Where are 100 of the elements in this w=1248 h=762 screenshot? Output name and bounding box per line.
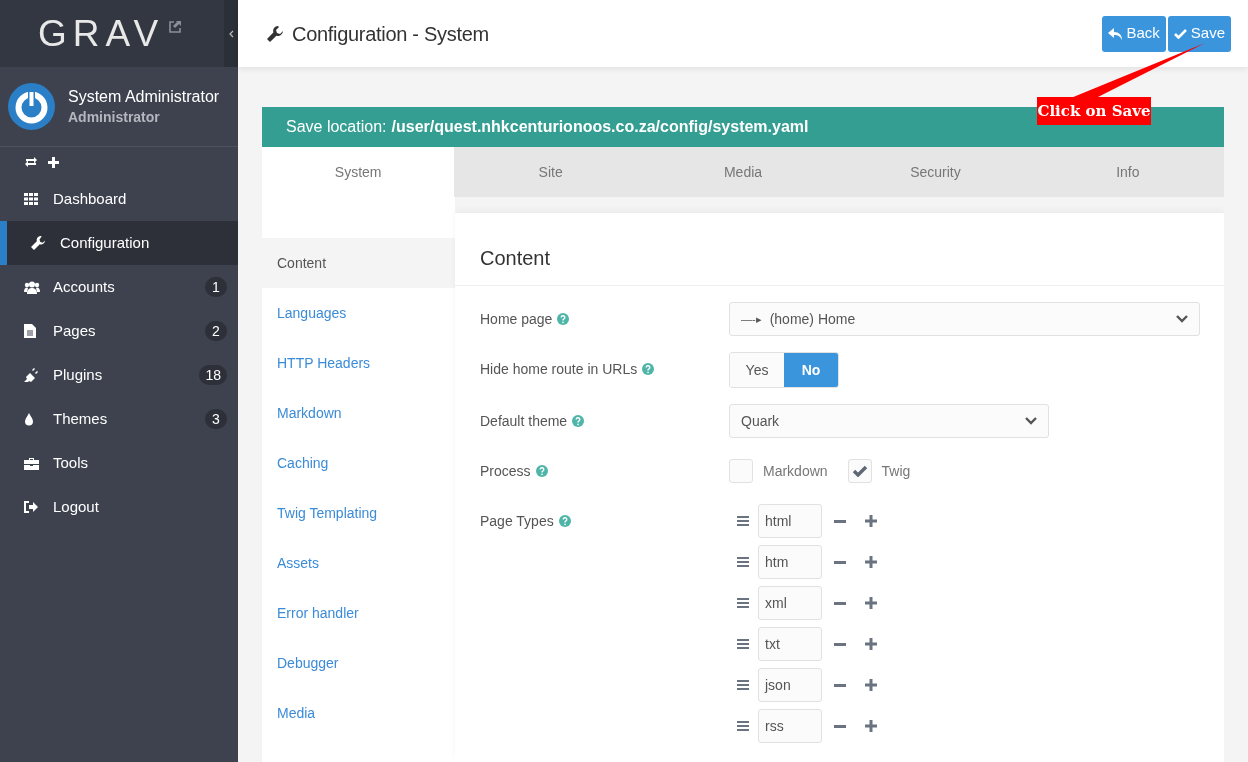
wrench-icon xyxy=(266,24,284,43)
save-location-label: Save location: xyxy=(286,117,387,137)
nav-item[interactable]: Plugins 18 xyxy=(0,353,238,397)
callout-label: Click on Save xyxy=(1037,97,1151,125)
subnav-item[interactable]: Debugger xyxy=(262,638,455,688)
add-button[interactable] xyxy=(865,638,877,650)
help-icon xyxy=(572,415,585,427)
grid-icon xyxy=(24,193,38,205)
document-icon xyxy=(24,324,36,338)
drag-handle-icon xyxy=(737,598,749,608)
subnav-item[interactable]: HTTP Headers xyxy=(262,338,455,388)
sync-icon[interactable] xyxy=(24,156,38,168)
field-label: Hide home route in URLs xyxy=(480,359,638,379)
count-badge: 2 xyxy=(205,321,227,341)
nav-item[interactable]: Pages 2 xyxy=(0,309,238,353)
help-icon xyxy=(557,313,570,325)
field-label: Process xyxy=(480,461,531,481)
input-field[interactable]: rss xyxy=(758,709,822,743)
save-location-path: /user/quest.nhkcenturionoos.co.za/config/system.yaml xyxy=(391,117,809,137)
plus-icon[interactable] xyxy=(48,156,59,168)
collapse-handle[interactable] xyxy=(224,0,238,67)
page-title: Configuration - System xyxy=(292,21,489,47)
nav-item[interactable]: Configuration xyxy=(0,221,238,265)
checkbox[interactable] xyxy=(729,459,753,483)
input-field[interactable]: json xyxy=(758,668,822,702)
user-role: Administrator xyxy=(68,107,161,127)
add-button[interactable] xyxy=(865,679,877,691)
count-badge: 3 xyxy=(205,409,227,429)
plus-icon xyxy=(865,597,877,609)
tab[interactable]: Security xyxy=(839,147,1032,197)
plug-icon xyxy=(24,368,38,382)
checkbox-label: Markdown xyxy=(763,461,828,481)
select-field[interactable]: Quark xyxy=(729,404,1049,438)
minus-icon xyxy=(834,724,846,728)
user-name: System Administrator xyxy=(68,86,220,107)
plus-icon xyxy=(865,720,877,732)
subnav-item[interactable]: Error handler xyxy=(262,588,455,638)
subnav-item[interactable]: Twig Templating xyxy=(262,488,455,538)
subnav-item[interactable]: Caching xyxy=(262,438,455,488)
nav-item[interactable]: Dashboard xyxy=(0,177,238,221)
help-icon xyxy=(642,363,655,375)
minus-icon xyxy=(834,601,846,605)
drag-handle-icon xyxy=(737,680,749,690)
subnav-item[interactable]: Assets xyxy=(262,538,455,588)
input-field[interactable]: html xyxy=(758,504,822,538)
drag-handle-icon xyxy=(737,557,749,567)
tab[interactable]: Info xyxy=(1031,147,1224,197)
count-badge: 18 xyxy=(199,365,227,385)
avatar-icon xyxy=(8,83,55,130)
drag-handle-icon xyxy=(737,639,749,649)
plus-icon xyxy=(865,515,877,527)
input-field[interactable]: txt xyxy=(758,627,822,661)
logout-icon xyxy=(24,501,38,513)
drag-handle-icon xyxy=(737,721,749,731)
input-field[interactable]: htm xyxy=(758,545,822,579)
nav-item[interactable]: Themes 3 xyxy=(0,397,238,441)
plus-icon xyxy=(865,556,877,568)
minus-icon xyxy=(834,683,846,687)
add-button[interactable] xyxy=(865,720,877,732)
add-button[interactable] xyxy=(865,515,877,527)
plus-icon xyxy=(865,638,877,650)
check-icon xyxy=(851,465,868,477)
field-label: Default theme xyxy=(480,411,568,431)
subnav-item[interactable]: Markdown xyxy=(262,388,455,438)
section-title: Content xyxy=(480,246,551,271)
help-icon xyxy=(535,465,548,477)
help-icon xyxy=(558,515,571,527)
tab[interactable]: Media xyxy=(646,147,840,197)
subnav-item[interactable]: Languages xyxy=(262,288,455,338)
field-label: Page Types xyxy=(480,511,554,531)
chevron-down-icon xyxy=(1176,315,1188,323)
field-label: Home page xyxy=(480,309,553,329)
reply-icon xyxy=(1108,27,1123,40)
subnav-item[interactable]: Media xyxy=(262,688,455,738)
users-icon xyxy=(24,280,40,294)
minus-icon xyxy=(834,642,846,646)
toolbox-icon xyxy=(24,456,39,470)
count-badge: 1 xyxy=(205,277,227,297)
toggle-option[interactable]: Yes xyxy=(730,353,784,387)
wrench-icon xyxy=(31,236,45,250)
input-field[interactable]: xml xyxy=(758,586,822,620)
checkbox-label: Twig xyxy=(881,461,911,481)
minus-icon xyxy=(834,560,846,564)
tab[interactable]: System xyxy=(262,147,455,197)
nav-item[interactable]: Accounts 1 xyxy=(0,265,238,309)
nav-item[interactable]: Logout xyxy=(0,485,238,529)
nav-item[interactable]: Tools xyxy=(0,441,238,485)
chevron-left-icon xyxy=(228,29,234,38)
add-button[interactable] xyxy=(865,556,877,568)
chevron-down-icon xyxy=(1025,417,1037,425)
external-link-icon[interactable] xyxy=(168,19,183,34)
tab[interactable]: Site xyxy=(454,147,647,197)
checkbox[interactable] xyxy=(847,459,872,483)
drag-handle-icon xyxy=(737,516,749,526)
minus-icon xyxy=(834,519,846,523)
select-field[interactable]: —-▸ (home) Home xyxy=(729,302,1200,336)
plus-icon xyxy=(865,679,877,691)
add-button[interactable] xyxy=(865,597,877,609)
subnav-item[interactable]: Content xyxy=(262,238,455,288)
droplet-icon xyxy=(24,412,34,426)
